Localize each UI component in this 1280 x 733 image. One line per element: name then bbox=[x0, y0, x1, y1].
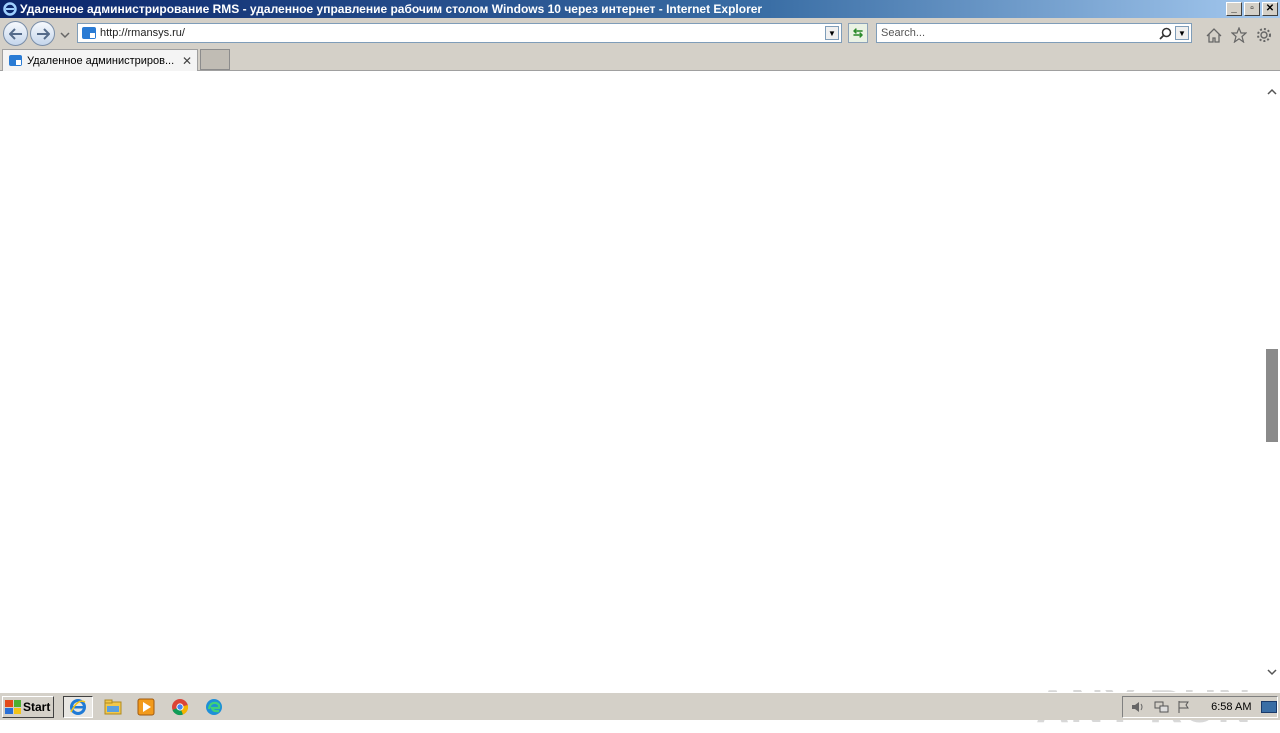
taskbar: Start 6:58 AM bbox=[0, 692, 1280, 720]
navigation-bar: http://rmansys.ru/ ▼ ⇆ Search... ▼ bbox=[0, 18, 1280, 48]
vertical-scrollbar[interactable] bbox=[1264, 71, 1280, 692]
volume-icon[interactable] bbox=[1129, 699, 1146, 715]
settings-gear-icon[interactable] bbox=[1255, 26, 1273, 44]
close-button[interactable]: ✕ bbox=[1262, 2, 1278, 16]
search-input[interactable]: Search... bbox=[881, 27, 1157, 39]
chevron-up-icon bbox=[1267, 88, 1277, 95]
scroll-down-button[interactable] bbox=[1264, 663, 1280, 680]
media-player-icon bbox=[137, 698, 155, 716]
address-bar[interactable]: http://rmansys.ru/ ▼ bbox=[77, 23, 842, 43]
taskbar-media-player[interactable] bbox=[131, 696, 161, 718]
chrome-icon bbox=[172, 699, 189, 716]
tab-bar: Удаленное администриров... ✕ bbox=[0, 48, 1280, 71]
favorites-star-icon[interactable] bbox=[1230, 26, 1248, 44]
search-dropdown-button[interactable]: ▼ bbox=[1175, 26, 1189, 40]
page-content[interactable]: ANY RUN bbox=[0, 71, 1264, 732]
site-favicon-icon bbox=[82, 27, 96, 39]
action-center-flag-icon[interactable] bbox=[1176, 699, 1193, 715]
taskbar-edge[interactable] bbox=[199, 696, 229, 718]
forward-icon bbox=[36, 27, 50, 40]
scroll-thumb[interactable] bbox=[1266, 349, 1278, 442]
network-icon[interactable] bbox=[1152, 699, 1169, 715]
scroll-up-button[interactable] bbox=[1264, 83, 1280, 100]
taskbar-chrome[interactable] bbox=[165, 696, 195, 718]
chevron-down-icon bbox=[60, 32, 70, 39]
internet-explorer-icon bbox=[2, 1, 18, 17]
home-icon[interactable] bbox=[1205, 26, 1223, 44]
tab-close-icon[interactable]: ✕ bbox=[180, 54, 194, 68]
edge-icon bbox=[206, 699, 222, 715]
tab-rms[interactable]: Удаленное администриров... ✕ bbox=[2, 49, 198, 71]
tab-label: Удаленное администриров... bbox=[27, 54, 175, 67]
refresh-button[interactable]: ⇆ bbox=[848, 23, 868, 43]
windows-logo-icon bbox=[5, 700, 21, 714]
window-title: Удаленное администрирование RMS - удален… bbox=[20, 2, 763, 16]
refresh-icon: ⇆ bbox=[852, 26, 864, 40]
start-button[interactable]: Start bbox=[2, 696, 54, 718]
clock[interactable]: 6:58 AM bbox=[1211, 701, 1257, 713]
tab-favicon-icon bbox=[9, 55, 22, 66]
taskbar-internet-explorer[interactable] bbox=[63, 696, 93, 718]
recent-pages-dropdown[interactable] bbox=[60, 29, 70, 39]
file-explorer-icon bbox=[104, 699, 122, 715]
back-icon bbox=[8, 27, 22, 40]
forward-button[interactable] bbox=[30, 21, 55, 46]
internet-explorer-icon bbox=[70, 699, 86, 715]
new-tab-button[interactable] bbox=[200, 49, 230, 70]
address-dropdown-button[interactable]: ▼ bbox=[825, 26, 839, 40]
taskbar-file-explorer[interactable] bbox=[98, 696, 128, 718]
search-icon[interactable] bbox=[1157, 25, 1173, 41]
system-tray: 6:58 AM bbox=[1122, 696, 1278, 718]
back-button[interactable] bbox=[3, 21, 28, 46]
restore-button[interactable]: ▫ bbox=[1244, 2, 1260, 16]
address-url: http://rmansys.ru/ bbox=[100, 27, 185, 39]
start-label: Start bbox=[23, 700, 51, 714]
title-bar: Удаленное администрирование RMS - удален… bbox=[0, 0, 1280, 18]
chevron-down-icon bbox=[1267, 668, 1277, 675]
minimize-button[interactable]: _ bbox=[1226, 2, 1242, 16]
search-box[interactable]: Search... ▼ bbox=[876, 23, 1192, 43]
show-desktop-icon[interactable] bbox=[1261, 701, 1277, 713]
